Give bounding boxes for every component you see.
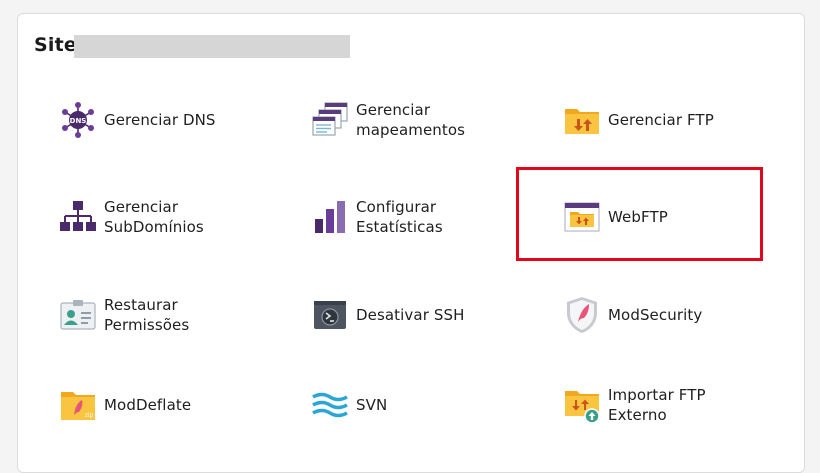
moddeflate-button[interactable]: zip ModDeflate xyxy=(58,375,191,435)
import-external-ftp-label: Importar FTP Externo xyxy=(608,386,706,424)
terminal-icon xyxy=(310,295,350,335)
svn-label: SVN xyxy=(356,396,388,414)
svn-waves-icon xyxy=(310,385,350,425)
ftp-import-icon xyxy=(562,385,602,425)
manage-mappings-label: Gerenciar mapeamentos xyxy=(356,101,466,139)
modsecurity-button[interactable]: ModSecurity xyxy=(562,285,702,345)
manage-ftp-label: Gerenciar FTP xyxy=(608,111,714,129)
manage-dns-label: Gerenciar DNS xyxy=(104,111,216,129)
configure-statistics-label: Configurar Estatísticas xyxy=(356,198,443,236)
ftp-folder-icon xyxy=(562,100,602,140)
manage-dns-button[interactable]: DNS Gerenciar DNS xyxy=(58,90,216,150)
manage-ftp-button[interactable]: Gerenciar FTP xyxy=(562,90,714,150)
dns-network-icon: DNS xyxy=(58,100,98,140)
svg-text:zip: zip xyxy=(85,412,94,419)
svn-button[interactable]: SVN xyxy=(310,375,387,435)
svg-text:DNS: DNS xyxy=(70,117,87,125)
subdomain-tree-icon xyxy=(58,197,98,237)
manage-subdomains-label: Gerenciar SubDomínios xyxy=(104,198,204,236)
shield-icon xyxy=(562,295,602,335)
highlight-box xyxy=(516,167,763,261)
restore-permissions-button[interactable]: Restaurar Permissões xyxy=(58,285,189,345)
disable-ssh-button[interactable]: Desativar SSH xyxy=(310,285,464,345)
mappings-icon xyxy=(310,100,350,140)
manage-subdomains-button[interactable]: Gerenciar SubDomínios xyxy=(58,187,204,247)
manage-mappings-button[interactable]: Gerenciar mapeamentos xyxy=(310,90,465,150)
configure-statistics-button[interactable]: Configurar Estatísticas xyxy=(310,187,443,247)
redacted-domain xyxy=(74,35,350,58)
zip-folder-icon: zip xyxy=(58,385,98,425)
modsecurity-label: ModSecurity xyxy=(608,306,703,324)
section-title: Site xyxy=(34,34,77,56)
moddeflate-label: ModDeflate xyxy=(104,396,192,414)
import-external-ftp-button[interactable]: Importar FTP Externo xyxy=(562,375,706,435)
restore-permissions-label: Restaurar Permissões xyxy=(104,296,190,334)
disable-ssh-label: Desativar SSH xyxy=(356,306,465,324)
id-card-icon xyxy=(58,295,98,335)
statistics-bars-icon xyxy=(310,197,350,237)
